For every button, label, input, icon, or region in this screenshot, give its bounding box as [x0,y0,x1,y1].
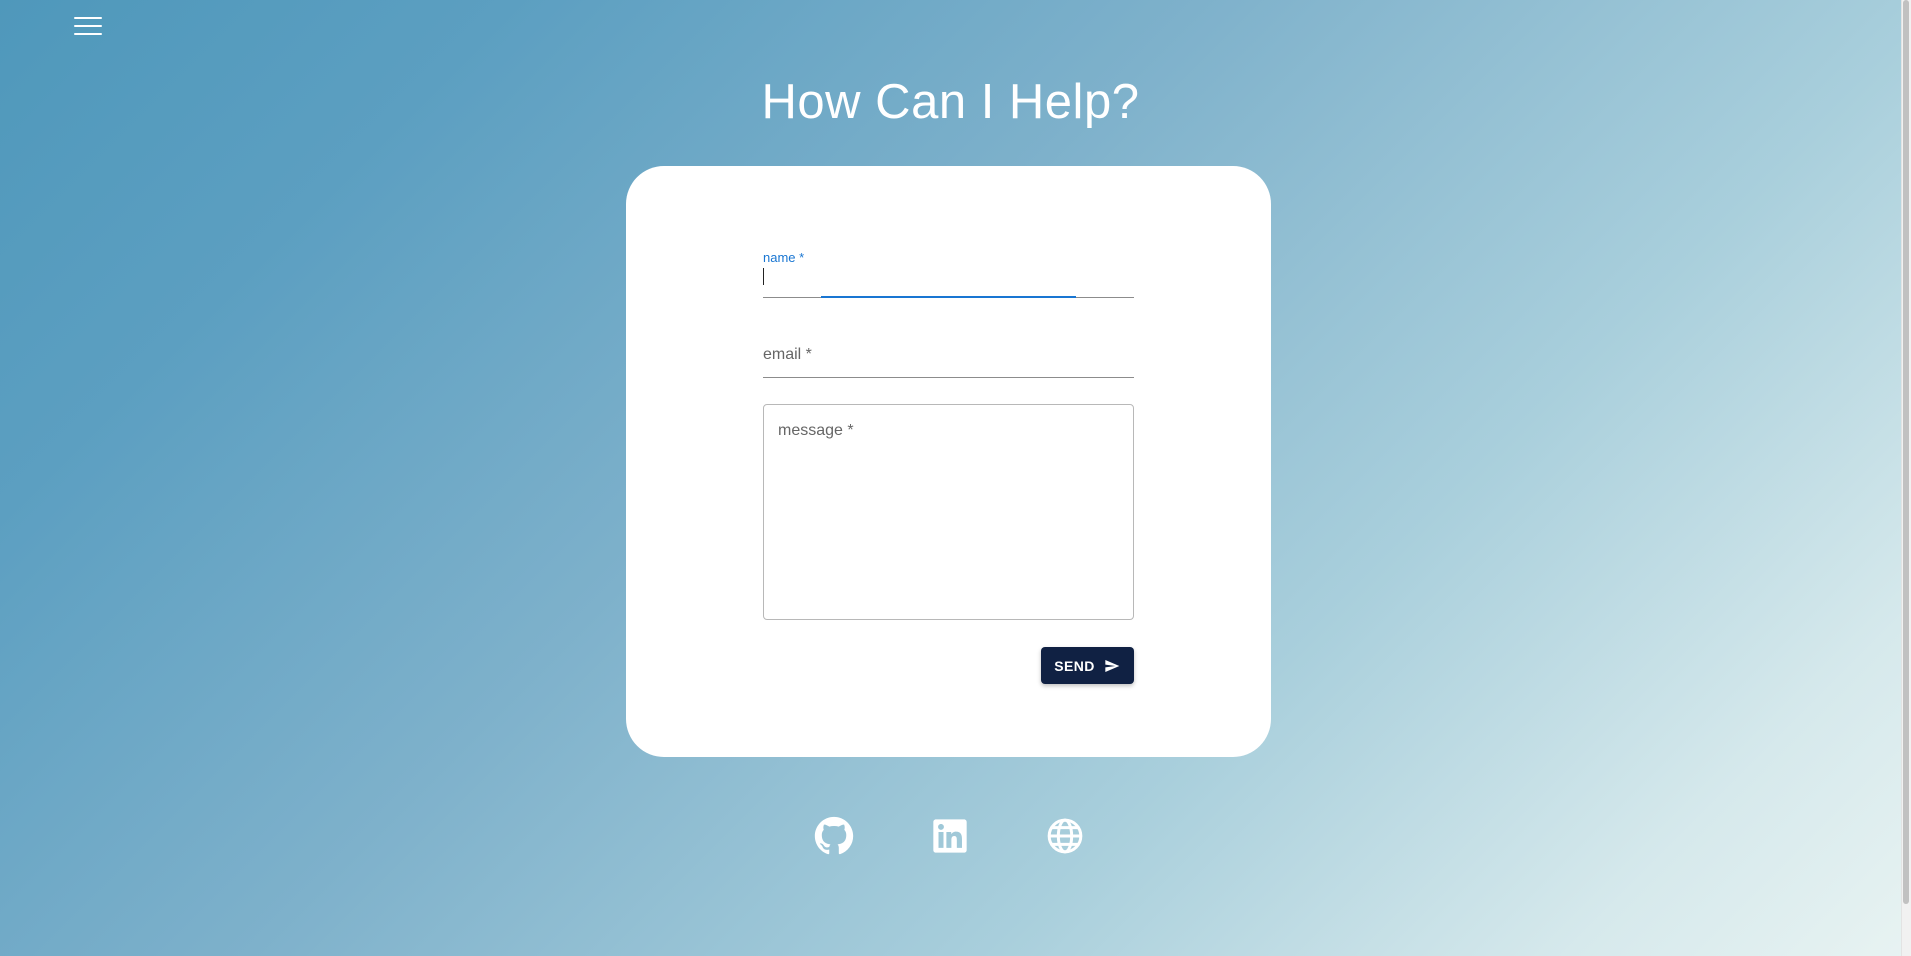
menu-line-top [74,17,102,19]
message-field-label: message * [778,422,854,439]
email-field-underline [763,377,1134,378]
name-field-label: name * [763,250,805,265]
menu-line-middle [74,25,102,27]
message-textarea[interactable]: message * [763,404,1134,620]
contact-form-card: name * email * message * SEND [626,166,1271,757]
email-field-label: email * [763,346,812,363]
linkedin-icon[interactable] [930,816,970,856]
scrollbar-thumb[interactable] [1903,0,1909,904]
email-field[interactable]: email * [763,332,1134,378]
hamburger-menu-button[interactable] [72,15,106,41]
vertical-scrollbar[interactable] [1901,0,1911,956]
page-title: How Can I Help? [761,75,1140,129]
github-icon[interactable] [814,816,854,856]
send-button-label: SEND [1054,657,1095,674]
send-icon [1103,658,1121,674]
globe-icon[interactable] [1045,816,1085,856]
menu-line-bottom [74,33,102,35]
name-field-focus-indicator [821,296,1076,298]
send-button[interactable]: SEND [1041,647,1134,684]
text-cursor [763,268,764,285]
name-field[interactable]: name * [763,250,1134,298]
